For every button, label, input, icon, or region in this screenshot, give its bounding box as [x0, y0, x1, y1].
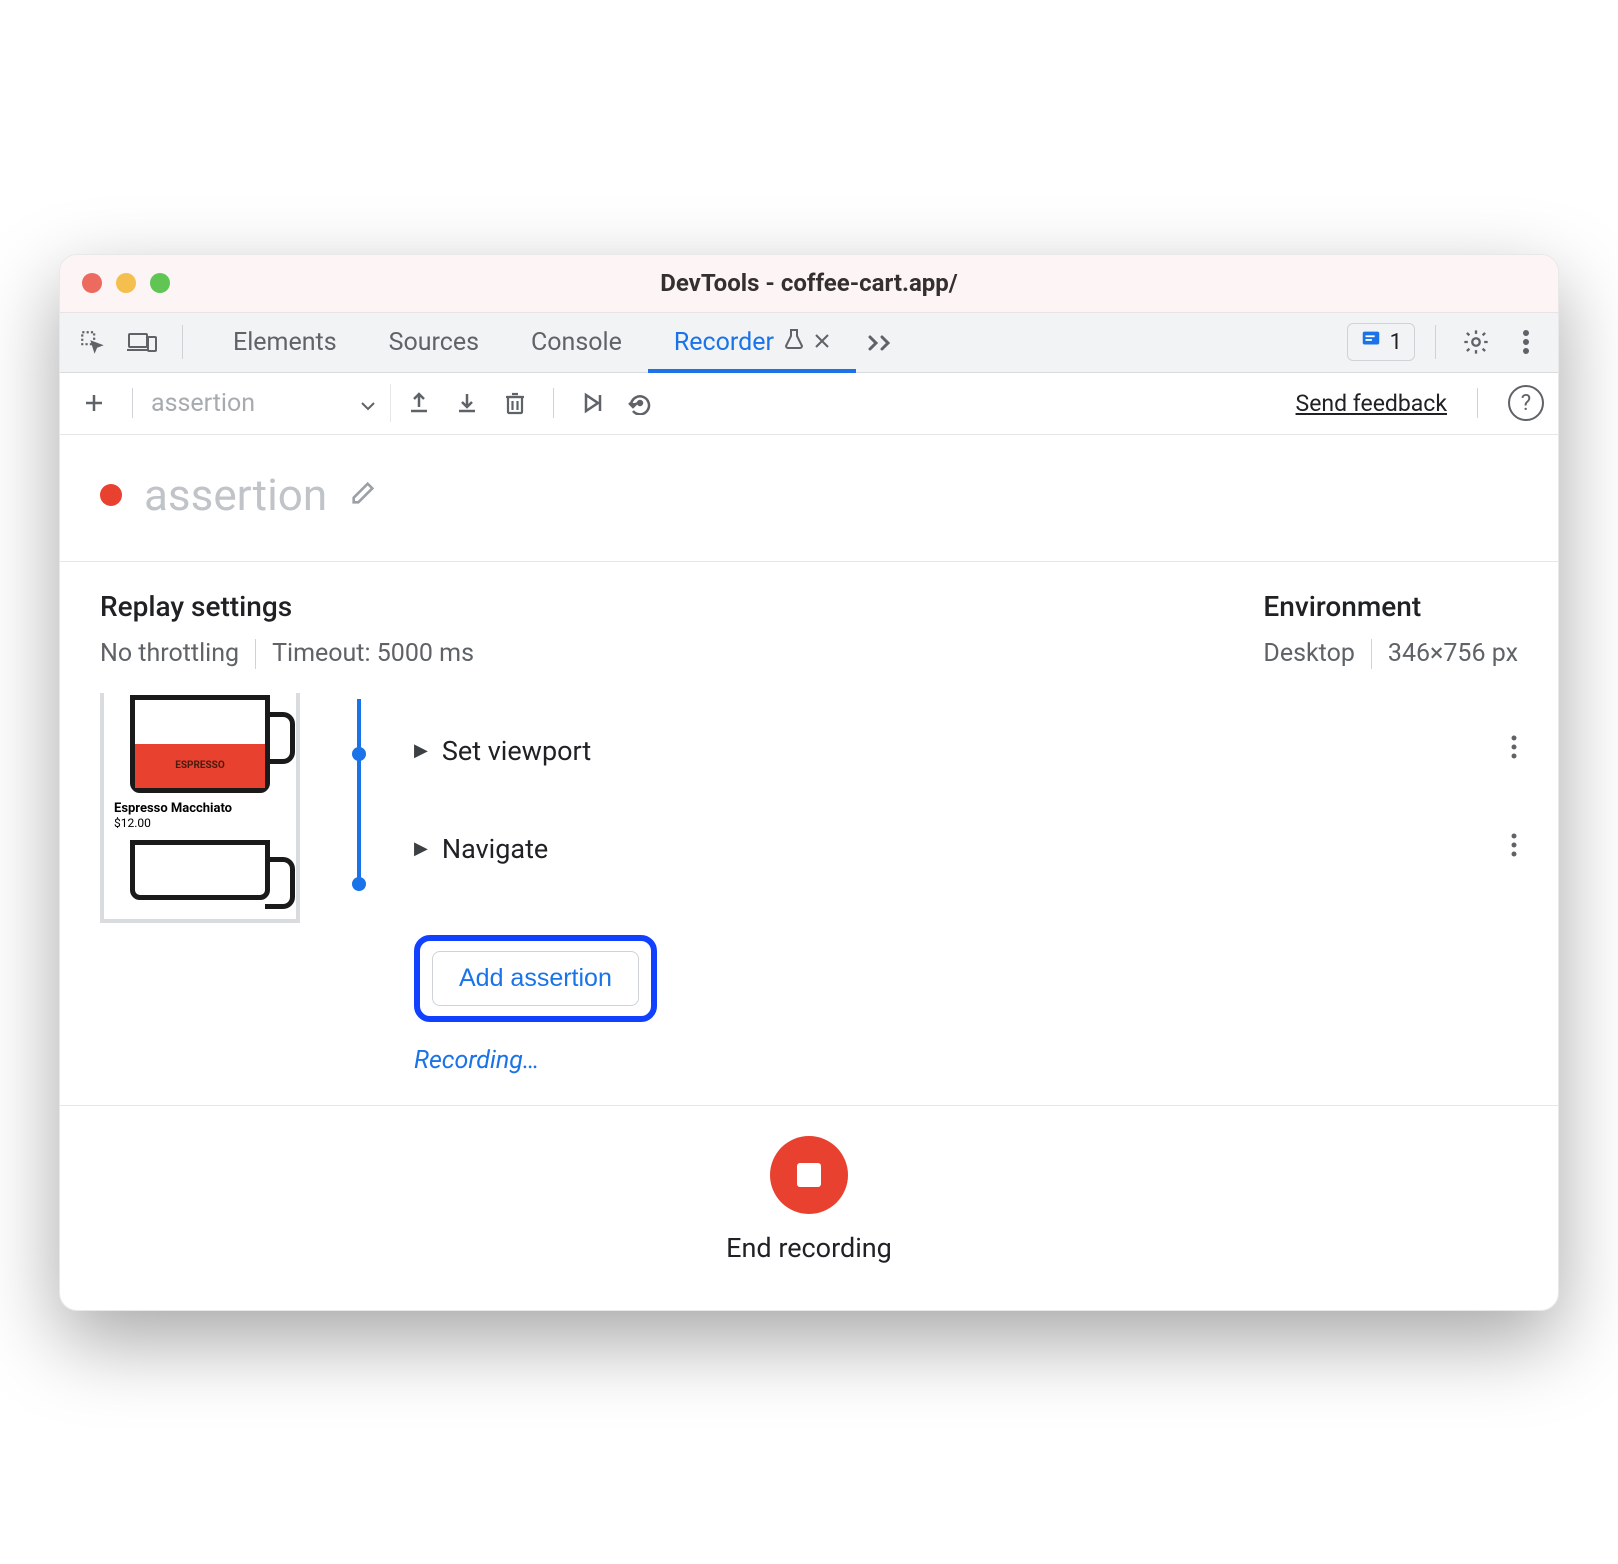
panel-tabs: Elements Sources Console Recorder — [207, 313, 908, 372]
recorder-toolbar: assertion Send feedback ? — [60, 373, 1558, 435]
disclosure-triangle-icon[interactable]: ▶ — [414, 838, 428, 859]
step-label: Navigate — [442, 833, 548, 865]
steps-area: ESPRESSO Espresso Macchiato $12.00 ▶ Set… — [60, 693, 1558, 1105]
window-minimize-button[interactable] — [116, 273, 136, 293]
window-title: DevTools - coffee-cart.app/ — [60, 269, 1558, 297]
product-name: Espresso Macchiato — [114, 801, 286, 816]
end-recording-button[interactable] — [770, 1136, 848, 1214]
replay-icon[interactable] — [572, 383, 612, 423]
screenshot-preview: ESPRESSO Espresso Macchiato $12.00 — [100, 693, 300, 923]
settings-row: Replay settings No throttling Timeout: 5… — [60, 562, 1558, 693]
more-tabs-button[interactable] — [856, 313, 908, 372]
more-options-icon[interactable] — [1506, 322, 1546, 362]
steps-list: ▶ Set viewport ▶ Navigate Add assertio — [384, 693, 1518, 1075]
divider — [255, 639, 256, 669]
step-row[interactable]: ▶ Navigate — [414, 809, 1518, 889]
add-assertion-highlight: Add assertion — [414, 935, 657, 1022]
new-recording-button[interactable] — [74, 383, 114, 423]
cup-fill-label: ESPRESSO — [175, 760, 224, 771]
devtools-window: DevTools - coffee-cart.app/ Elements — [59, 254, 1559, 1311]
environment-heading: Environment — [1263, 590, 1518, 623]
titlebar: DevTools - coffee-cart.app/ — [60, 255, 1558, 313]
stop-icon — [797, 1163, 821, 1187]
traffic-lights — [82, 273, 170, 293]
tab-sources[interactable]: Sources — [363, 313, 505, 372]
divider — [553, 388, 554, 418]
replay-settings-heading: Replay settings — [100, 590, 474, 623]
tab-label: Recorder — [674, 328, 774, 357]
edit-title-icon[interactable] — [349, 479, 377, 511]
close-panel-icon[interactable] — [814, 330, 830, 354]
window-close-button[interactable] — [82, 273, 102, 293]
disclosure-triangle-icon[interactable]: ▶ — [414, 740, 428, 761]
export-icon[interactable] — [399, 383, 439, 423]
recording-header: assertion — [60, 435, 1558, 562]
experiment-icon — [784, 328, 804, 357]
recording-indicator-icon — [100, 484, 122, 506]
viewport-value: 346×756 px — [1388, 639, 1518, 668]
send-feedback-link[interactable]: Send feedback — [1296, 390, 1447, 417]
timeline — [334, 693, 384, 1075]
recording-title: assertion — [144, 469, 327, 521]
end-recording-label: End recording — [726, 1232, 892, 1264]
settings-icon[interactable] — [1456, 322, 1496, 362]
divider — [182, 325, 183, 359]
divider — [1435, 325, 1436, 359]
throttling-value[interactable]: No throttling — [100, 639, 239, 668]
tab-label: Elements — [233, 328, 337, 357]
device-value: Desktop — [1263, 639, 1354, 668]
issues-count: 1 — [1390, 330, 1402, 355]
tab-label: Console — [531, 328, 622, 357]
recording-status: Recording… — [414, 1046, 1518, 1075]
divider — [1477, 388, 1478, 418]
devtools-tabbar: Elements Sources Console Recorder — [60, 313, 1558, 373]
step-row[interactable]: ▶ Set viewport — [414, 711, 1518, 791]
product-price: $12.00 — [114, 816, 286, 830]
tab-console[interactable]: Console — [505, 313, 648, 372]
tab-recorder[interactable]: Recorder — [648, 313, 856, 372]
add-assertion-button[interactable]: Add assertion — [432, 951, 639, 1006]
divider — [1371, 639, 1372, 669]
performance-replay-icon[interactable] — [620, 383, 660, 423]
timeout-value[interactable]: Timeout: 5000 ms — [272, 639, 474, 668]
recording-select-value: assertion — [151, 389, 255, 418]
chevron-down-icon — [360, 389, 376, 418]
import-icon[interactable] — [447, 383, 487, 423]
inspect-element-icon[interactable] — [72, 322, 112, 362]
footer: End recording — [60, 1105, 1558, 1310]
recording-select[interactable]: assertion — [151, 384, 391, 422]
device-toolbar-icon[interactable] — [122, 322, 162, 362]
step-menu-icon[interactable] — [1510, 832, 1518, 865]
divider — [132, 388, 133, 418]
issues-badge[interactable]: 1 — [1347, 323, 1415, 361]
issues-icon — [1360, 328, 1382, 356]
tab-label: Sources — [389, 328, 479, 357]
step-menu-icon[interactable] — [1510, 734, 1518, 767]
delete-icon[interactable] — [495, 383, 535, 423]
help-icon[interactable]: ? — [1508, 385, 1544, 421]
window-zoom-button[interactable] — [150, 273, 170, 293]
tab-elements[interactable]: Elements — [207, 313, 363, 372]
step-label: Set viewport — [442, 735, 591, 767]
